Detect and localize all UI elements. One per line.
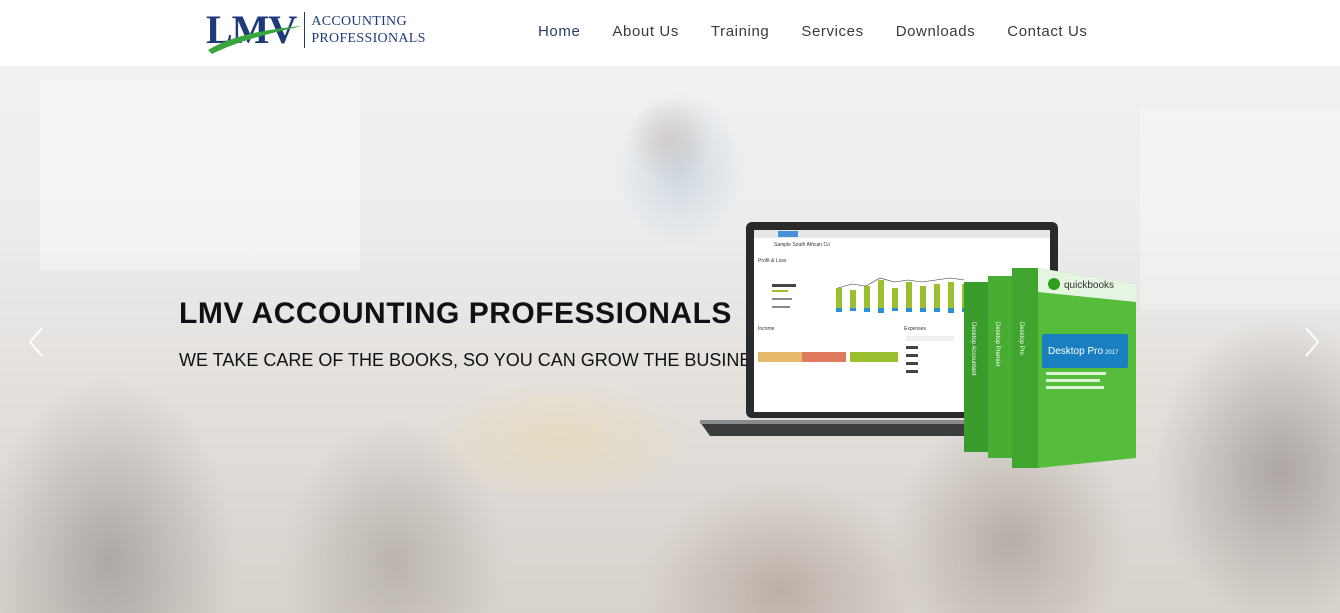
laptop-panel-label: Profit & Loss (758, 258, 787, 264)
chevron-left-icon[interactable] (26, 325, 46, 359)
search-icon[interactable] (1130, 24, 1144, 38)
nav-item-about-us[interactable]: About Us (596, 23, 695, 40)
quickbooks-brand: quickbooks (1064, 280, 1114, 291)
hero-title: LMV ACCOUNTING PROFESSIONALS (179, 297, 732, 330)
site-logo[interactable]: LMV ACCOUNTING PROFESSIONALS (206, 9, 436, 54)
box-side-label: Desktop Accountant (970, 322, 976, 376)
main-nav: Home About Us Training Services Download… (522, 0, 1104, 62)
laptop-company-name: Sample South African Co (774, 242, 830, 248)
logo-text: ACCOUNTING PROFESSIONALS (311, 13, 425, 47)
quickbooks-boxes-image: quickbooks Desktop Pro 2017 Desktop Acco… (964, 268, 1136, 468)
logo-text-line1: ACCOUNTING (311, 14, 407, 29)
site-header: LMV ACCOUNTING PROFESSIONALS Home About … (0, 0, 1340, 66)
hero-subtitle: WE TAKE CARE OF THE BOOKS, SO YOU CAN GR… (179, 350, 776, 370)
box-side-label: Desktop Premier (994, 322, 1000, 367)
page: LMV ACCOUNTING PROFESSIONALS Home About … (0, 0, 1340, 613)
logo-swoosh-icon (208, 26, 302, 54)
nav-item-downloads[interactable]: Downloads (880, 23, 992, 40)
laptop-income-label: Income (758, 326, 775, 332)
nav-item-contact-us[interactable]: Contact Us (991, 23, 1103, 40)
nav-item-home[interactable]: Home (522, 23, 596, 40)
nav-item-training[interactable]: Training (695, 23, 785, 40)
quickbooks-product-name: Desktop Pro (1048, 346, 1103, 357)
logo-text-line2: PROFESSIONALS (311, 31, 426, 46)
nav-item-services[interactable]: Services (785, 23, 879, 40)
logo-mark: LMV (206, 10, 302, 54)
box-side-label: Desktop Pro (1018, 322, 1024, 356)
quickbooks-product-year: 2017 (1105, 350, 1119, 356)
laptop-expenses-label: Expenses (904, 326, 926, 332)
chevron-right-icon[interactable] (1302, 325, 1322, 359)
